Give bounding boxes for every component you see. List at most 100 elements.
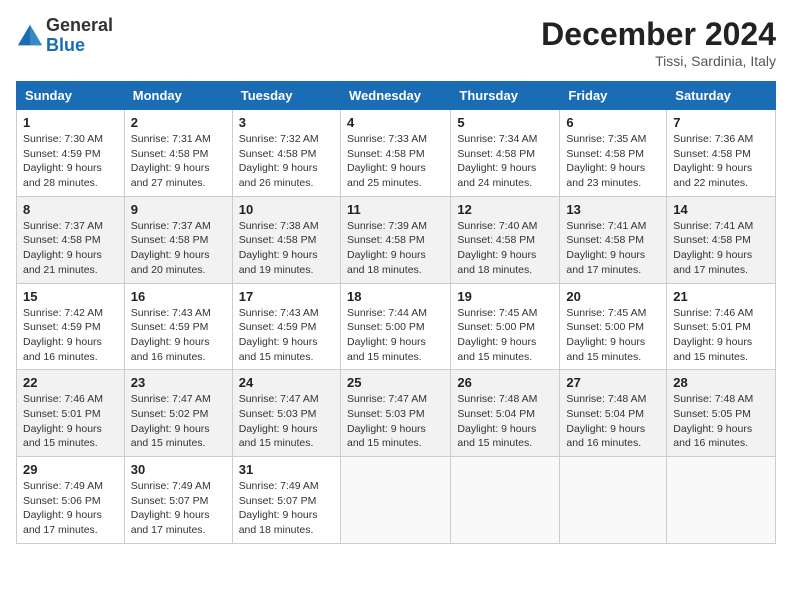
calendar-cell: 29 Sunrise: 7:49 AMSunset: 5:06 PMDayligh…: [17, 457, 125, 544]
logo: General Blue: [16, 16, 113, 56]
day-number: 30: [131, 462, 226, 477]
day-detail: Sunrise: 7:45 AMSunset: 5:00 PMDaylight:…: [457, 307, 537, 363]
calendar-cell: 23 Sunrise: 7:47 AMSunset: 5:02 PMDayligh…: [124, 370, 232, 457]
day-number: 28: [673, 375, 769, 390]
day-number: 16: [131, 289, 226, 304]
calendar-cell: 16 Sunrise: 7:43 AMSunset: 4:59 PMDayligh…: [124, 283, 232, 370]
day-detail: Sunrise: 7:49 AMSunset: 5:07 PMDaylight:…: [239, 480, 319, 536]
day-detail: Sunrise: 7:47 AMSunset: 5:02 PMDaylight:…: [131, 393, 211, 449]
weekday-header-thursday: Thursday: [451, 82, 560, 110]
calendar-body: 1Sunrise: 7:30 AMSunset: 4:59 PMDaylight…: [17, 110, 776, 544]
page-header: General Blue December 2024 Tissi, Sardin…: [16, 16, 776, 69]
day-detail: Sunrise: 7:37 AMSunset: 4:58 PMDaylight:…: [23, 220, 103, 276]
calendar-cell: 18Sunrise: 7:44 AMSunset: 5:00 PMDayligh…: [340, 283, 450, 370]
day-detail: Sunrise: 7:39 AMSunset: 4:58 PMDaylight:…: [347, 220, 427, 276]
calendar-week-4: 22 Sunrise: 7:46 AMSunset: 5:01 PMDayligh…: [17, 370, 776, 457]
day-detail: Sunrise: 7:40 AMSunset: 4:58 PMDaylight:…: [457, 220, 537, 276]
day-number: 26: [457, 375, 553, 390]
day-number: 5: [457, 115, 553, 130]
calendar-cell: [340, 457, 450, 544]
day-detail: Sunrise: 7:41 AMSunset: 4:58 PMDaylight:…: [566, 220, 646, 276]
day-number: 27: [566, 375, 660, 390]
day-detail: Sunrise: 7:47 AMSunset: 5:03 PMDaylight:…: [239, 393, 319, 449]
day-detail: Sunrise: 7:47 AMSunset: 5:03 PMDaylight:…: [347, 393, 427, 449]
location: Tissi, Sardinia, Italy: [541, 53, 776, 69]
day-detail: Sunrise: 7:44 AMSunset: 5:00 PMDaylight:…: [347, 307, 427, 363]
month-title: December 2024: [541, 16, 776, 53]
day-detail: Sunrise: 7:48 AMSunset: 5:05 PMDaylight:…: [673, 393, 753, 449]
calendar-cell: 31 Sunrise: 7:49 AMSunset: 5:07 PMDayligh…: [232, 457, 340, 544]
weekday-header-friday: Friday: [560, 82, 667, 110]
day-detail: Sunrise: 7:45 AMSunset: 5:00 PMDaylight:…: [566, 307, 646, 363]
calendar-cell: 5 Sunrise: 7:34 AMSunset: 4:58 PMDaylight…: [451, 110, 560, 197]
calendar-cell: 7 Sunrise: 7:36 AMSunset: 4:58 PMDaylight…: [667, 110, 776, 197]
calendar-cell: 28 Sunrise: 7:48 AMSunset: 5:05 PMDayligh…: [667, 370, 776, 457]
day-detail: Sunrise: 7:34 AMSunset: 4:58 PMDaylight:…: [457, 133, 537, 189]
calendar-cell: 27Sunrise: 7:48 AMSunset: 5:04 PMDayligh…: [560, 370, 667, 457]
calendar-cell: [451, 457, 560, 544]
logo-icon: [16, 22, 44, 50]
day-number: 6: [566, 115, 660, 130]
calendar-cell: 22 Sunrise: 7:46 AMSunset: 5:01 PMDayligh…: [17, 370, 125, 457]
day-detail: Sunrise: 7:30 AMSunset: 4:59 PMDaylight:…: [23, 133, 103, 189]
calendar-cell: 9Sunrise: 7:37 AMSunset: 4:58 PMDaylight…: [124, 196, 232, 283]
day-detail: Sunrise: 7:43 AMSunset: 4:59 PMDaylight:…: [131, 307, 211, 363]
day-detail: Sunrise: 7:49 AMSunset: 5:06 PMDaylight:…: [23, 480, 103, 536]
day-number: 3: [239, 115, 334, 130]
calendar-cell: 12 Sunrise: 7:40 AMSunset: 4:58 PMDayligh…: [451, 196, 560, 283]
day-number: 11: [347, 202, 444, 217]
day-number: 20: [566, 289, 660, 304]
day-detail: Sunrise: 7:43 AMSunset: 4:59 PMDaylight:…: [239, 307, 319, 363]
day-number: 15: [23, 289, 118, 304]
calendar-cell: 15 Sunrise: 7:42 AMSunset: 4:59 PMDayligh…: [17, 283, 125, 370]
calendar-cell: 20 Sunrise: 7:45 AMSunset: 5:00 PMDayligh…: [560, 283, 667, 370]
calendar-week-3: 15 Sunrise: 7:42 AMSunset: 4:59 PMDayligh…: [17, 283, 776, 370]
day-number: 4: [347, 115, 444, 130]
calendar-cell: 17Sunrise: 7:43 AMSunset: 4:59 PMDayligh…: [232, 283, 340, 370]
day-number: 25: [347, 375, 444, 390]
calendar-cell: 26 Sunrise: 7:48 AMSunset: 5:04 PMDayligh…: [451, 370, 560, 457]
day-number: 13: [566, 202, 660, 217]
day-detail: Sunrise: 7:37 AMSunset: 4:58 PMDaylight:…: [131, 220, 211, 276]
day-detail: Sunrise: 7:48 AMSunset: 5:04 PMDaylight:…: [457, 393, 537, 449]
day-number: 8: [23, 202, 118, 217]
day-number: 22: [23, 375, 118, 390]
title-section: December 2024 Tissi, Sardinia, Italy: [541, 16, 776, 69]
day-detail: Sunrise: 7:33 AMSunset: 4:58 PMDaylight:…: [347, 133, 427, 189]
weekday-header-sunday: Sunday: [17, 82, 125, 110]
calendar-cell: 14 Sunrise: 7:41 AMSunset: 4:58 PMDayligh…: [667, 196, 776, 283]
calendar-cell: 1Sunrise: 7:30 AMSunset: 4:59 PMDaylight…: [17, 110, 125, 197]
calendar-cell: 8 Sunrise: 7:37 AMSunset: 4:58 PMDaylight…: [17, 196, 125, 283]
day-detail: Sunrise: 7:32 AMSunset: 4:58 PMDaylight:…: [239, 133, 319, 189]
calendar-cell: 19 Sunrise: 7:45 AMSunset: 5:00 PMDayligh…: [451, 283, 560, 370]
weekday-header-wednesday: Wednesday: [340, 82, 450, 110]
calendar-cell: 24Sunrise: 7:47 AMSunset: 5:03 PMDayligh…: [232, 370, 340, 457]
calendar-cell: 21Sunrise: 7:46 AMSunset: 5:01 PMDayligh…: [667, 283, 776, 370]
day-detail: Sunrise: 7:46 AMSunset: 5:01 PMDaylight:…: [673, 307, 753, 363]
day-detail: Sunrise: 7:36 AMSunset: 4:58 PMDaylight:…: [673, 133, 753, 189]
weekday-header-row: SundayMondayTuesdayWednesdayThursdayFrid…: [17, 82, 776, 110]
logo-general-text: General: [46, 16, 113, 36]
day-number: 7: [673, 115, 769, 130]
day-detail: Sunrise: 7:46 AMSunset: 5:01 PMDaylight:…: [23, 393, 103, 449]
day-number: 14: [673, 202, 769, 217]
day-detail: Sunrise: 7:41 AMSunset: 4:58 PMDaylight:…: [673, 220, 753, 276]
day-number: 19: [457, 289, 553, 304]
day-number: 31: [239, 462, 334, 477]
weekday-header-saturday: Saturday: [667, 82, 776, 110]
day-number: 10: [239, 202, 334, 217]
day-number: 29: [23, 462, 118, 477]
day-detail: Sunrise: 7:35 AMSunset: 4:58 PMDaylight:…: [566, 133, 646, 189]
weekday-header-tuesday: Tuesday: [232, 82, 340, 110]
day-detail: Sunrise: 7:42 AMSunset: 4:59 PMDaylight:…: [23, 307, 103, 363]
day-number: 12: [457, 202, 553, 217]
calendar-cell: 2Sunrise: 7:31 AMSunset: 4:58 PMDaylight…: [124, 110, 232, 197]
calendar-week-1: 1Sunrise: 7:30 AMSunset: 4:59 PMDaylight…: [17, 110, 776, 197]
calendar-week-2: 8 Sunrise: 7:37 AMSunset: 4:58 PMDaylight…: [17, 196, 776, 283]
calendar-header: SundayMondayTuesdayWednesdayThursdayFrid…: [17, 82, 776, 110]
calendar-cell: 13 Sunrise: 7:41 AMSunset: 4:58 PMDayligh…: [560, 196, 667, 283]
calendar-cell: 11 Sunrise: 7:39 AMSunset: 4:58 PMDayligh…: [340, 196, 450, 283]
day-number: 23: [131, 375, 226, 390]
calendar-cell: [560, 457, 667, 544]
calendar-week-5: 29 Sunrise: 7:49 AMSunset: 5:06 PMDayligh…: [17, 457, 776, 544]
